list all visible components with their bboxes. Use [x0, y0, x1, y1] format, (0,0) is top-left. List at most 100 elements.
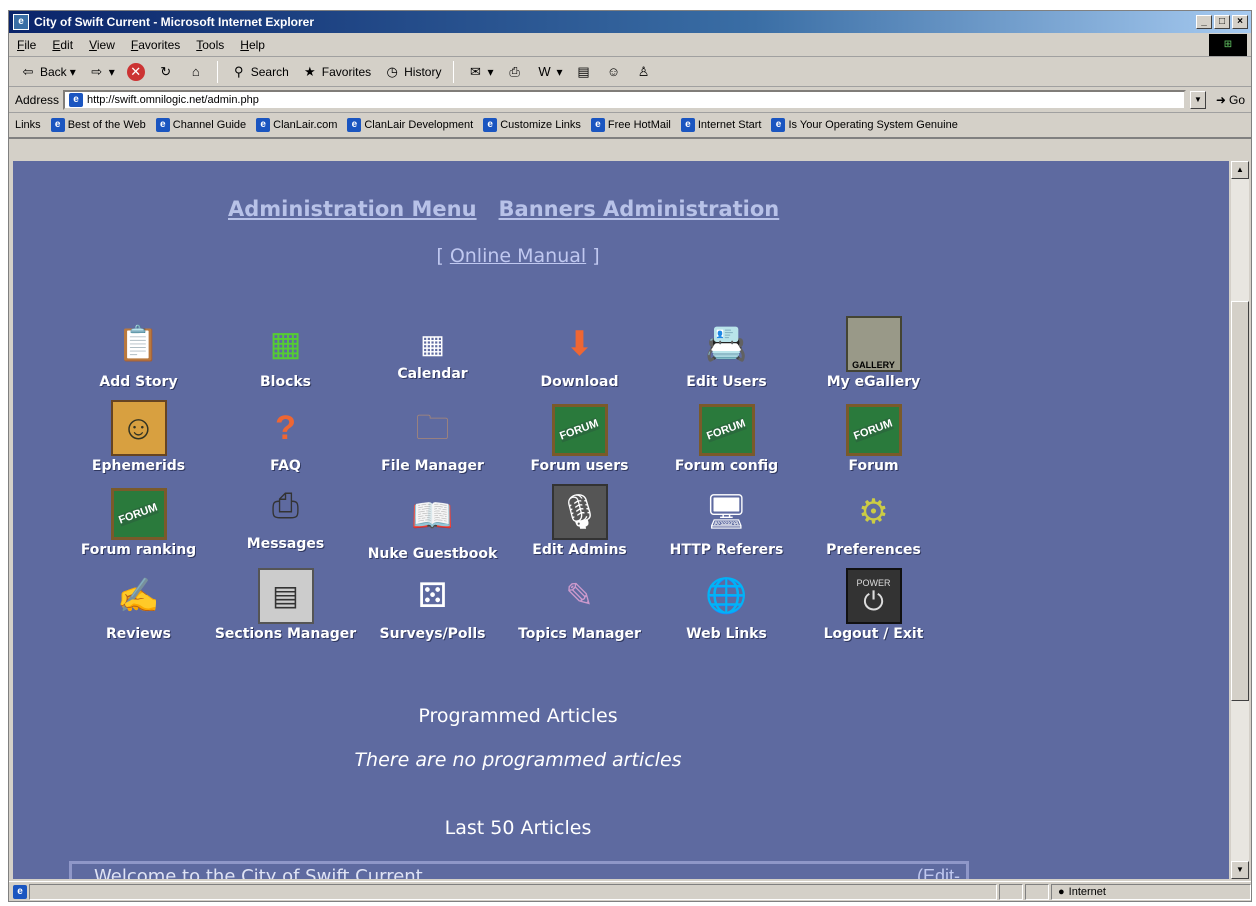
admin-edit-admins[interactable]: 🎙 Edit Admins: [506, 474, 653, 558]
link-os-genuine[interactable]: e Is Your Operating System Genuine: [771, 118, 958, 132]
forum-icon: FORUM: [551, 404, 608, 456]
computers-icon: 🖥: [704, 493, 749, 531]
banners-admin-link[interactable]: Banners Administration: [499, 197, 780, 221]
browser-window: e City of Swift Current - Microsoft Inte…: [8, 10, 1252, 902]
article-title[interactable]: Welcome to the City of Swift Current: [94, 866, 423, 879]
home-button[interactable]: ⌂: [183, 61, 209, 83]
admin-topics-manager[interactable]: ✎ Topics Manager: [506, 558, 653, 642]
messenger-button[interactable]: ☺: [601, 61, 627, 83]
vertical-scrollbar[interactable]: ▲ ▼: [1231, 161, 1249, 879]
admin-sections-manager[interactable]: ▤ Sections Manager: [212, 558, 359, 642]
link-customize[interactable]: e Customize Links: [483, 118, 581, 132]
admin-reviews[interactable]: ✍ Reviews: [65, 558, 212, 642]
icon-row: ✍ Reviews ▤ Sections Manager ⚄ Surveys/Poll…: [65, 558, 965, 642]
discuss-icon: ▤: [577, 63, 590, 79]
back-arrow-icon: ⇦: [22, 63, 34, 79]
printer-icon: ⎙: [271, 487, 300, 525]
menu-view[interactable]: View: [81, 38, 123, 52]
address-url: http://swift.omnilogic.net/admin.php: [87, 93, 259, 106]
address-input[interactable]: e http://swift.omnilogic.net/admin.php: [63, 89, 1186, 110]
clipboard-icon: 📋: [117, 325, 160, 363]
online-manual: [ Online Manual ]: [436, 245, 600, 267]
microphone-icon: 🎙: [551, 484, 608, 540]
toolbar-separator: [453, 60, 455, 83]
admin-edit-users[interactable]: 📇 Edit Users: [653, 306, 800, 390]
address-book-icon: 📇: [705, 325, 748, 363]
go-button[interactable]: ➜ Go: [1210, 93, 1251, 107]
favorites-button[interactable]: ★ Favorites: [297, 61, 375, 83]
history-button[interactable]: ◷ History: [379, 61, 445, 83]
link-hotmail[interactable]: e Free HotMail: [590, 118, 671, 132]
admin-forum-users[interactable]: FORUM Forum users: [506, 390, 653, 474]
mail-button[interactable]: ✉ ▾: [462, 61, 497, 83]
icon-row: ☺ Ephemerids ? FAQ 🗀 File Manager FORUM Foru…: [65, 390, 965, 474]
ie-icon: e: [256, 118, 271, 132]
print-button[interactable]: ⎙: [502, 61, 528, 83]
mail-icon: ✉: [470, 63, 481, 79]
admin-forum-ranking[interactable]: FORUM Forum ranking: [65, 474, 212, 558]
programmed-articles-title: Programmed Articles: [418, 705, 618, 727]
status-page-icon: e: [13, 884, 27, 899]
online-manual-link[interactable]: Online Manual: [450, 245, 586, 267]
calendar-icon: ▦: [420, 329, 445, 359]
print-icon: ⎙: [509, 63, 520, 79]
admin-forum-config[interactable]: FORUM Forum config: [653, 390, 800, 474]
scroll-thumb[interactable]: [1231, 301, 1249, 701]
admin-messages[interactable]: ⎙ Messages: [212, 474, 359, 558]
article-edit-link[interactable]: (Edit-: [917, 866, 960, 879]
stop-icon: ✕: [126, 62, 145, 81]
question-icon: ?: [275, 409, 296, 447]
forum-icon: FORUM: [698, 404, 755, 456]
link-clanlair-dev[interactable]: e ClanLair Development: [347, 118, 473, 132]
link-channel-guide[interactable]: e Channel Guide: [155, 118, 246, 132]
refresh-button[interactable]: ↻: [153, 61, 179, 83]
home-icon: ⌂: [191, 63, 200, 79]
admin-nuke-guestbook[interactable]: 📖 Nuke Guestbook: [359, 474, 506, 562]
menu-edit[interactable]: Edit: [44, 38, 81, 52]
admin-download[interactable]: ⬇ Download: [506, 306, 653, 390]
menu-help[interactable]: Help: [232, 38, 273, 52]
admin-ephemerids[interactable]: ☺ Ephemerids: [65, 390, 212, 474]
link-internet-start[interactable]: e Internet Start: [680, 118, 761, 132]
admin-preferences[interactable]: ⚙ Preferences: [800, 474, 947, 558]
admin-add-story[interactable]: 📋 Add Story: [65, 306, 212, 390]
word-icon: W: [538, 63, 551, 79]
address-dropdown-button[interactable]: ▼: [1189, 90, 1206, 109]
menu-file[interactable]: File: [9, 38, 44, 52]
search-icon: ⚲: [233, 63, 244, 79]
link-best-of-web[interactable]: e Best of the Web: [50, 118, 146, 132]
status-cell: [1025, 883, 1049, 900]
admin-calendar[interactable]: ▦ Calendar: [359, 306, 506, 390]
search-button[interactable]: ⚲ Search: [226, 61, 293, 83]
scroll-up-arrow[interactable]: ▲: [1231, 161, 1249, 179]
admin-my-egallery[interactable]: GALLERY My eGallery: [800, 306, 947, 390]
status-cell: [999, 883, 1023, 900]
forum-icon: FORUM: [110, 488, 167, 540]
scroll-down-arrow[interactable]: ▼: [1231, 861, 1249, 879]
status-bar: e ● Internet: [9, 881, 1251, 901]
history-icon: ◷: [386, 63, 398, 79]
maximize-button[interactable]: □: [1214, 15, 1230, 29]
admin-forum[interactable]: FORUM Forum: [800, 390, 947, 474]
menu-tools[interactable]: Tools: [188, 38, 232, 52]
link-clanlair[interactable]: e ClanLair.com: [256, 118, 337, 132]
edit-button[interactable]: W ▾: [532, 61, 567, 83]
page-content: Administration Menu Banners Administratio…: [13, 161, 1229, 879]
stop-button[interactable]: ✕: [123, 61, 149, 83]
minimize-button[interactable]: _: [1196, 15, 1212, 29]
admin-web-links[interactable]: 🌐 Web Links: [653, 558, 800, 642]
research-button[interactable]: ♙: [631, 61, 657, 83]
administration-menu-link[interactable]: Administration Menu: [228, 197, 477, 221]
admin-faq[interactable]: ? FAQ: [212, 390, 359, 474]
topics-icon: ✎: [565, 577, 594, 615]
discuss-button[interactable]: ▤: [571, 61, 597, 83]
menu-favorites[interactable]: Favorites: [123, 38, 188, 52]
admin-blocks[interactable]: ▦ Blocks: [212, 306, 359, 390]
forward-button[interactable]: ⇨ ▾: [84, 61, 119, 83]
admin-file-manager[interactable]: 🗀 File Manager: [359, 390, 506, 474]
back-button[interactable]: ⇦ Back ▾: [15, 61, 80, 83]
admin-http-referers[interactable]: 🖥 HTTP Referers: [653, 474, 800, 558]
admin-surveys-polls[interactable]: ⚄ Surveys/Polls: [359, 558, 506, 642]
close-button[interactable]: ×: [1232, 15, 1248, 29]
admin-logout-exit[interactable]: POWER ⏻ Logout / Exit: [800, 558, 947, 642]
